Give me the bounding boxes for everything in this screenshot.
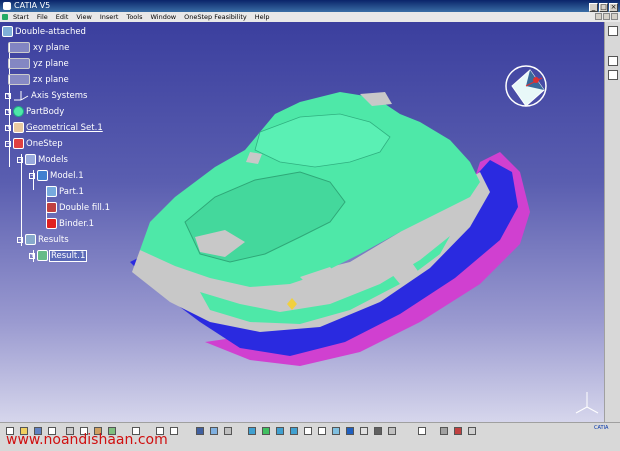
onestep-tool-icon[interactable] <box>418 427 426 435</box>
doc-close-button[interactable] <box>611 13 618 20</box>
expand-toggle[interactable]: + <box>29 252 35 259</box>
collapse-toggle[interactable]: − <box>17 156 23 163</box>
tree-node-models[interactable]: − Models <box>17 154 68 165</box>
tree-node-part-1[interactable]: Part.1 <box>46 186 84 197</box>
zoom-out-icon[interactable] <box>318 427 326 435</box>
zoom-in-icon[interactable] <box>304 427 312 435</box>
menu-start[interactable]: Start <box>9 12 33 22</box>
compass-icon[interactable] <box>502 62 554 114</box>
menu-insert[interactable]: Insert <box>96 12 123 22</box>
close-button[interactable]: × <box>609 3 618 12</box>
tree-node-xy-plane[interactable]: xy plane <box>8 42 69 53</box>
menu-window[interactable]: Window <box>146 12 180 22</box>
catia-logo: CATIA <box>594 425 609 431</box>
normal-view-icon[interactable] <box>332 427 340 435</box>
product-icon <box>2 26 13 37</box>
models-icon <box>25 154 36 165</box>
geometrical-set-icon <box>13 122 24 133</box>
menu-onestep-feasibility[interactable]: OneStep Feasibility <box>180 12 251 22</box>
pan-icon[interactable] <box>276 427 284 435</box>
tree-node-onestep[interactable]: − OneStep <box>5 138 63 149</box>
double-fill-icon <box>46 202 57 213</box>
tree-node-model-1[interactable]: − Model.1 <box>29 170 84 181</box>
onestep-icon <box>13 138 24 149</box>
menu-file[interactable]: File <box>33 12 52 22</box>
tree-node-result-1[interactable]: + Result.1 <box>29 249 88 262</box>
tree-node-yz-plane[interactable]: yz plane <box>8 58 69 69</box>
specification-tree: Double-attached xy plane yz plane zx pla… <box>0 22 140 272</box>
toolbar-icon[interactable] <box>607 70 618 80</box>
plane-icon <box>8 42 30 53</box>
tree-node-partbody[interactable]: + PartBody <box>5 106 64 117</box>
axis-systems-icon <box>13 90 29 101</box>
swap-icon[interactable] <box>388 427 396 435</box>
catia-app-icon <box>3 2 11 10</box>
plane-icon <box>8 58 30 69</box>
tree-node-double-fill-1[interactable]: Double fill.1 <box>46 202 110 213</box>
menu-edit[interactable]: Edit <box>52 12 73 22</box>
part-icon <box>46 186 57 197</box>
window-title: CATIA V5 <box>14 1 51 10</box>
binder-icon <box>46 218 57 229</box>
title-bar: CATIA V5 _ □ × <box>0 0 620 12</box>
rotate-icon[interactable] <box>290 427 298 435</box>
gear-icon <box>13 106 24 117</box>
results-icon <box>25 234 36 245</box>
view-icon[interactable] <box>210 427 218 435</box>
toolbar-icon[interactable] <box>607 26 618 36</box>
fly-icon[interactable] <box>248 427 256 435</box>
right-toolbar <box>604 22 620 422</box>
fit-all-icon[interactable] <box>262 427 270 435</box>
iso-view-icon[interactable] <box>346 427 354 435</box>
tree-node-binder-1[interactable]: Binder.1 <box>46 218 94 229</box>
start-icon <box>2 14 8 20</box>
menu-view[interactable]: View <box>72 12 95 22</box>
onestep-tool-icon[interactable] <box>468 427 476 435</box>
expand-toggle[interactable]: + <box>5 124 11 131</box>
menu-tools[interactable]: Tools <box>122 12 146 22</box>
expand-toggle[interactable]: + <box>5 108 11 115</box>
doc-restore-button[interactable] <box>603 13 610 20</box>
tool-icon[interactable] <box>224 427 232 435</box>
tree-node-geometrical-set[interactable]: + Geometrical Set.1 <box>5 122 103 133</box>
onestep-tool-icon[interactable] <box>454 427 462 435</box>
model-icon <box>37 170 48 181</box>
minimize-button[interactable]: _ <box>589 3 598 12</box>
tree-node-results[interactable]: − Results <box>17 234 69 245</box>
document-window-controls <box>594 13 618 20</box>
expand-toggle[interactable]: + <box>5 92 11 99</box>
watermark: www.noandishaan.com <box>6 432 168 448</box>
menu-help[interactable]: Help <box>251 12 274 22</box>
maximize-button[interactable]: □ <box>599 3 608 12</box>
collapse-toggle[interactable]: − <box>5 140 11 147</box>
render-style-icon[interactable] <box>360 427 368 435</box>
tree-node-axis-systems[interactable]: + Axis Systems <box>5 90 87 101</box>
collapse-toggle[interactable]: − <box>17 236 23 243</box>
doc-minimize-button[interactable] <box>595 13 602 20</box>
collapse-toggle[interactable]: − <box>29 172 35 179</box>
hide-show-icon[interactable] <box>374 427 382 435</box>
onestep-tool-icon[interactable] <box>440 427 448 435</box>
sketch-icon[interactable] <box>196 427 204 435</box>
result-icon <box>37 250 48 261</box>
tree-root[interactable]: Double-attached <box>2 26 86 37</box>
toolbar-icon[interactable] <box>607 56 618 66</box>
axis-triad-icon <box>575 392 599 414</box>
comment-icon[interactable] <box>170 427 178 435</box>
tree-node-zx-plane[interactable]: zx plane <box>8 74 69 85</box>
plane-icon <box>8 74 30 85</box>
